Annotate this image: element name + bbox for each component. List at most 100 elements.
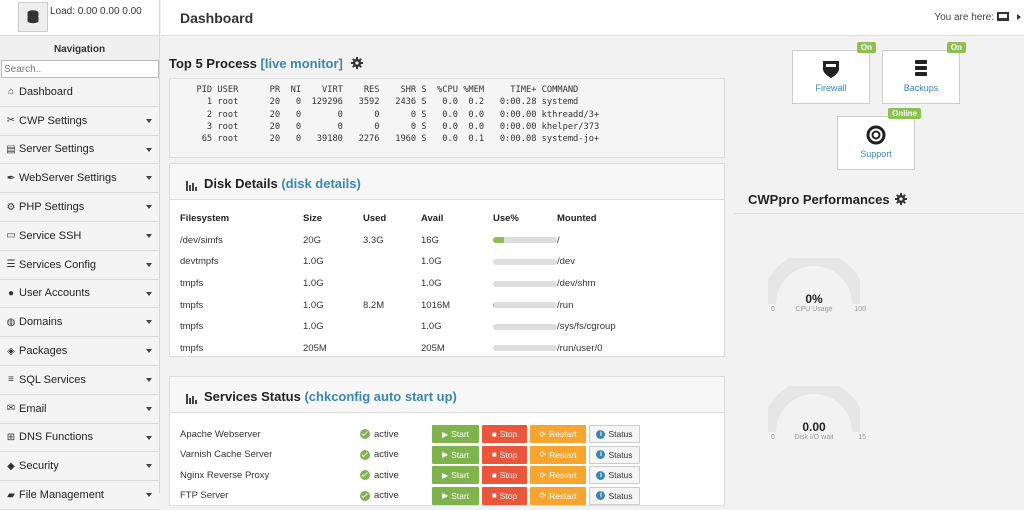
- sidebar-item-webserver-settings[interactable]: ✒ WebServer Settings: [0, 164, 159, 194]
- tile-firewall[interactable]: Firewall On: [792, 42, 876, 104]
- sidebar-item-server-settings[interactable]: ▤ Server Settings: [0, 135, 159, 165]
- gear-icon[interactable]: [350, 57, 363, 72]
- sidebar-item-label: WebServer Settings: [19, 172, 117, 185]
- disk-cell-size: 1.0G: [303, 321, 324, 333]
- sidebar-item-label: Packages: [19, 345, 68, 358]
- database-icon[interactable]: [18, 2, 48, 32]
- service-start-button[interactable]: ▶ Start: [432, 466, 479, 484]
- service-restart-button[interactable]: ⟳ Restart: [530, 486, 586, 505]
- gauge-caption: Disk I/O wait: [794, 434, 834, 441]
- sidebar-item-user-accounts[interactable]: ● User Accounts: [0, 279, 159, 309]
- sidebar-item-services-config[interactable]: ☰ Services Config: [0, 250, 159, 280]
- disk-cell-fs: tmpfs: [180, 342, 204, 354]
- disk-cell-fs: devtmpfs: [180, 256, 219, 268]
- tile-support[interactable]: Support Online: [837, 108, 921, 170]
- tile-label: Firewall: [815, 83, 847, 93]
- disk-details-link[interactable]: (disk details): [281, 176, 360, 191]
- service-button-label: Restart: [549, 429, 577, 439]
- info-icon: i: [596, 429, 606, 439]
- sidebar-item-cwp-settings[interactable]: ✂ CWP Settings: [0, 106, 159, 136]
- monitor-icon[interactable]: [997, 12, 1009, 21]
- service-button-label: Start: [451, 490, 470, 501]
- disk-cell-size: 1.0G: [303, 299, 324, 311]
- info-icon: i: [596, 491, 606, 500]
- sidebar-item-security[interactable]: ◆ Security: [0, 452, 159, 482]
- sidebar-item-dns-functions[interactable]: ⊞ DNS Functions: [0, 423, 159, 453]
- service-start-button[interactable]: ▶ Start: [432, 486, 479, 505]
- sidebar-item-label: Email: [19, 402, 47, 415]
- caret-down-icon: [146, 435, 152, 440]
- gauge-min: 0: [771, 306, 775, 313]
- status-badge: On: [856, 42, 876, 53]
- live-monitor-link[interactable]: [live monitor]: [261, 56, 343, 71]
- stop-icon: ■: [491, 450, 497, 459]
- table-row: tmpfs 1.0G 8.2M 1016M/run: [180, 294, 667, 316]
- service-button-label: Start: [451, 429, 470, 439]
- service-restart-button[interactable]: ⟳ Restart: [530, 445, 586, 464]
- caret-down-icon: [146, 406, 152, 411]
- sidebar-item-label: Security: [19, 460, 59, 473]
- performance-divider: [734, 213, 1024, 214]
- disk-col-used: Used: [363, 213, 387, 225]
- service-stop-button[interactable]: ■ Stop: [482, 445, 527, 464]
- service-status-button[interactable]: i Status: [589, 425, 640, 443]
- chkconfig-link[interactable]: (chkconfig auto start up): [304, 389, 456, 404]
- disk-col-avail: Avail: [421, 213, 444, 225]
- bar-chart-icon: [186, 181, 197, 191]
- disk-cell-used: 8.2M: [363, 299, 385, 311]
- table-row: tmpfs 1.0G 1.0G/sys/fs/cgroup: [180, 316, 667, 338]
- service-stop-button[interactable]: ■ Stop: [482, 486, 527, 505]
- table-row: /dev/simfs 20G 3.3G 16G /: [180, 230, 667, 252]
- service-stop-button[interactable]: ■ Stop: [482, 466, 527, 484]
- sidebar-search-input[interactable]: [1, 60, 159, 78]
- cubes-icon: ◈: [7, 345, 15, 357]
- sidebar-item-file-management[interactable]: ▰ File Management: [0, 481, 159, 510]
- sidebar-item-dashboard[interactable]: ⌂ Dashboard: [0, 78, 159, 107]
- service-status-button[interactable]: i Status: [589, 445, 640, 464]
- service-button-label: Stop: [499, 470, 518, 480]
- disk-details-label: Disk Details: [204, 176, 278, 191]
- sidebar-nav-list: ⌂ Dashboard ✂ CWP Settings ▤ Server Settings ✒…: [0, 78, 159, 510]
- service-row: Apache Webserver active ▶ Start ■ Stop ⟳ Restar…: [180, 424, 643, 444]
- service-restart-button[interactable]: ⟳ Restart: [530, 425, 586, 443]
- bar-chart-icon: [186, 394, 197, 404]
- tile-backups[interactable]: Backups On: [882, 42, 966, 104]
- caret-down-icon: [146, 377, 152, 382]
- sidebar-item-packages[interactable]: ◈ Packages: [0, 337, 159, 366]
- sidebar-item-domains[interactable]: ◍ Domains: [0, 308, 159, 338]
- disk-cell-usage: [493, 338, 557, 360]
- performance-title: CWPpro Performances: [748, 192, 890, 207]
- globe-icon: ◍: [6, 316, 16, 328]
- list-icon: ☰: [6, 259, 16, 271]
- service-start-button[interactable]: ▶ Start: [432, 445, 479, 464]
- disk-cell-used: [363, 316, 421, 338]
- sidebar-item-sql-services[interactable]: ≡ SQL Services: [0, 365, 159, 395]
- disk-cell-used: [363, 251, 421, 273]
- sidebar-item-php-settings[interactable]: ⚙ PHP Settings: [0, 193, 159, 222]
- caret-down-icon: [146, 118, 152, 123]
- service-status-button[interactable]: i Status: [589, 466, 640, 484]
- stop-icon: ■: [491, 491, 497, 500]
- service-restart-button[interactable]: ⟳ Restart: [530, 466, 586, 484]
- home-icon: ⌂: [7, 86, 15, 98]
- service-stop-button[interactable]: ■ Stop: [482, 425, 527, 443]
- disk-col-filesystem: Filesystem: [180, 213, 230, 225]
- process-line: 2 root 20 0 0 0 0 S 0.0 0.0 0:00.00 kthr…: [186, 109, 600, 120]
- disk-cell-size: 20G: [303, 234, 321, 246]
- service-button-label: Restart: [549, 470, 577, 480]
- service-button-label: Status: [608, 470, 633, 480]
- sidebar-item-email[interactable]: ✉ Email: [0, 394, 159, 424]
- disk-cell-avail: 1.0G: [421, 278, 442, 290]
- services-status-panel: Services Status (chkconfig auto start up…: [169, 376, 725, 506]
- gauge-caption: CPU Usage: [795, 306, 833, 313]
- service-button-label: Restart: [549, 449, 577, 460]
- gauge-max: 100: [854, 306, 866, 313]
- service-status-button[interactable]: i Status: [589, 486, 640, 505]
- service-start-button[interactable]: ▶ Start: [432, 425, 479, 443]
- sidebar-item-service-ssh[interactable]: ▭ Service SSH: [0, 221, 159, 251]
- chevron-right-icon[interactable]: [1017, 14, 1021, 20]
- table-row: tmpfs 1.0G 1.0G/dev/shm: [180, 273, 667, 295]
- service-row: FTP Server active ▶ Start ■ Stop ⟳ Restart i Stat…: [180, 486, 643, 506]
- gear-icon[interactable]: [895, 193, 908, 208]
- disk-cell-mount: /run/user/0: [557, 342, 603, 354]
